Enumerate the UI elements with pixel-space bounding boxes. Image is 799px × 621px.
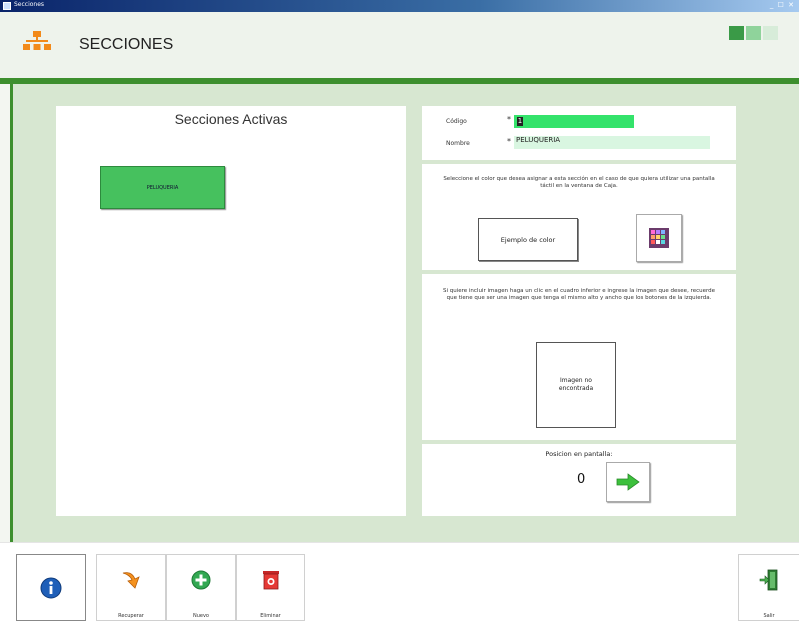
salir-label: Salir	[763, 613, 775, 619]
image-description: Si quiere incluir imagen haga un clic en…	[442, 288, 716, 301]
window-controls[interactable]: _ ☐ ✕	[770, 1, 795, 9]
header: SECCIONES	[0, 12, 799, 78]
color-palette-button[interactable]	[636, 214, 682, 262]
salir-button[interactable]: Salir	[738, 554, 799, 621]
position-next-button[interactable]	[606, 462, 650, 502]
exit-door-icon	[758, 569, 780, 591]
recuperar-label: Recuperar	[118, 613, 144, 619]
section-fields-panel: Código * 1 Nombre * PELUQUERIA	[422, 106, 736, 160]
nombre-field[interactable]: PELUQUERIA	[514, 136, 710, 149]
recover-arrow-icon	[120, 569, 142, 591]
color-palette-icon	[649, 228, 669, 248]
color-panel: Seleccione el color que desea asignar a …	[422, 164, 736, 270]
codigo-label: Código	[446, 118, 467, 125]
sections-logo-icon	[23, 31, 51, 50]
active-sections-panel: Secciones Activas PELUQUERIA	[56, 106, 406, 516]
header-square-light-2	[763, 26, 778, 40]
arrow-right-icon	[616, 473, 640, 491]
recuperar-button[interactable]: Recuperar	[96, 554, 166, 621]
nombre-required-mark: *	[507, 137, 511, 146]
eliminar-button[interactable]: Eliminar	[236, 554, 305, 621]
nuevo-label: Nuevo	[192, 613, 209, 619]
color-example-button[interactable]: Ejemplo de color	[478, 218, 578, 261]
header-square-dark	[729, 26, 744, 40]
page-title: SECCIONES	[79, 36, 174, 53]
section-button-peluqueria[interactable]: PELUQUERIA	[100, 166, 225, 209]
position-value: 0	[577, 472, 586, 487]
codigo-value: 1	[517, 117, 523, 126]
nombre-label: Nombre	[446, 140, 470, 147]
header-square-light-1	[746, 26, 761, 40]
position-panel: Posicion en pantalla: 0	[422, 444, 736, 516]
footer-divider	[0, 542, 799, 543]
window-titlebar: Secciones _ ☐ ✕	[0, 0, 799, 12]
add-icon	[190, 569, 212, 591]
trash-icon	[260, 569, 282, 591]
nuevo-button[interactable]: Nuevo	[166, 554, 236, 621]
eliminar-label: Eliminar	[260, 613, 281, 619]
window-title: Secciones	[14, 1, 45, 8]
app-icon	[3, 2, 11, 10]
active-sections-title: Secciones Activas	[174, 111, 288, 127]
position-label: Posicion en pantalla:	[545, 450, 613, 458]
main-left-border	[10, 84, 13, 542]
info-button[interactable]	[16, 554, 86, 621]
image-panel: Si quiere incluir imagen haga un clic en…	[422, 274, 736, 440]
codigo-required-mark: *	[507, 115, 511, 124]
info-icon	[40, 577, 62, 599]
image-dropzone[interactable]: Imagen no encontrada	[536, 342, 616, 428]
color-description: Seleccione el color que desea asignar a …	[443, 176, 715, 189]
codigo-field[interactable]: 1	[514, 115, 634, 128]
